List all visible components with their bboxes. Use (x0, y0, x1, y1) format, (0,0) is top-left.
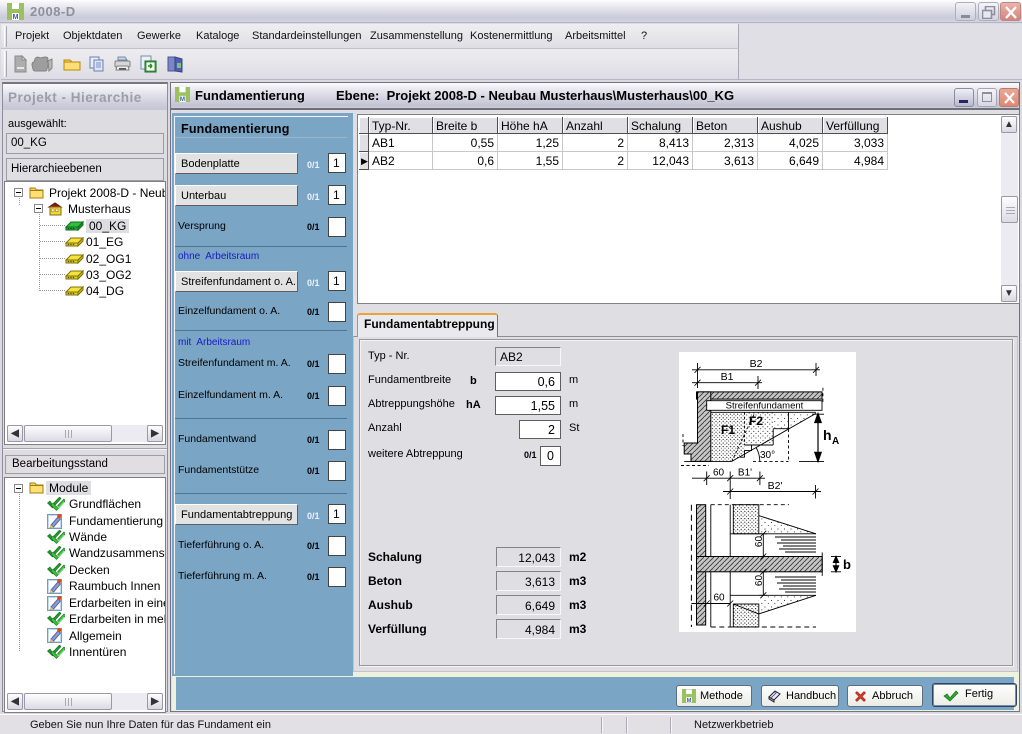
svg-text:B2: B2 (750, 358, 763, 370)
svg-text:F2: F2 (749, 414, 763, 428)
svg-text:A: A (832, 436, 839, 447)
svg-text:M: M (687, 698, 692, 703)
svg-text:60: 60 (754, 536, 765, 548)
svg-text:h: h (823, 427, 832, 443)
svg-text:M: M (13, 14, 19, 20)
svg-text:30°: 30° (760, 450, 775, 461)
svg-text:60: 60 (713, 468, 725, 479)
svg-text:B1: B1 (721, 371, 734, 383)
svg-text:60: 60 (754, 575, 765, 587)
svg-text:60: 60 (713, 593, 725, 604)
svg-text:B1': B1' (738, 468, 752, 479)
svg-text:b: b (843, 557, 851, 572)
svg-text:M: M (180, 96, 185, 102)
svg-text:B2': B2' (768, 480, 783, 492)
svg-text:Streifenfundament: Streifenfundament (726, 401, 804, 412)
svg-text:F1: F1 (721, 423, 735, 437)
